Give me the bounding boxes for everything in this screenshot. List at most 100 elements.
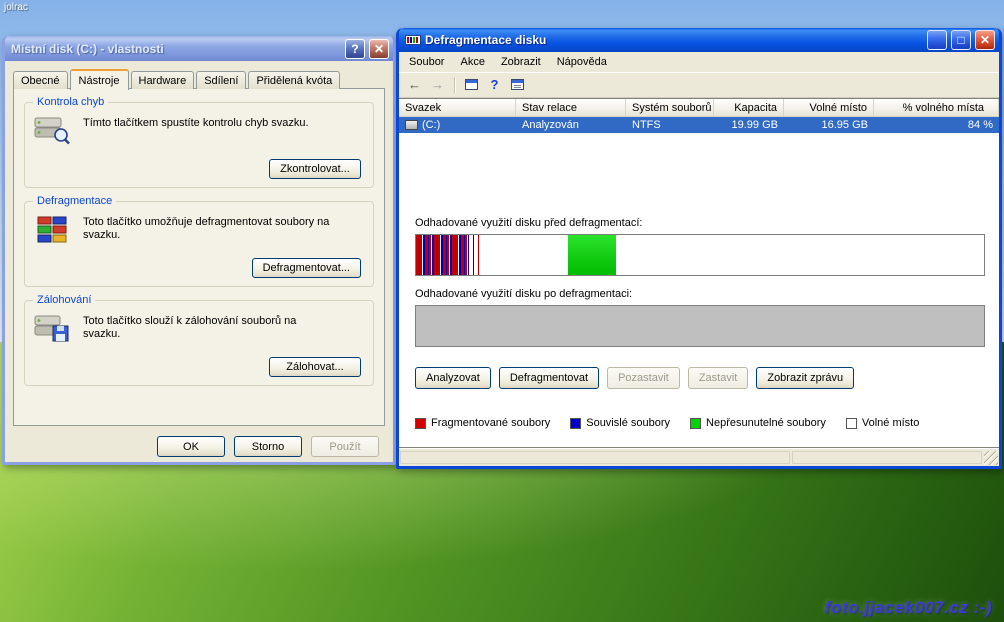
error-check-group-title: Kontrola chyb: [33, 96, 108, 108]
dialog-footer: OK Storno Použít: [5, 426, 393, 457]
backup-group-title: Zálohování: [33, 294, 95, 306]
capacity-cell: 19.99 GB: [714, 119, 784, 131]
contiguous-swatch: [570, 418, 581, 429]
column-svazek[interactable]: Svazek: [399, 99, 516, 117]
minimize-button[interactable]: _: [927, 30, 947, 50]
after-usage-label: Odhadované využití disku po defragmentac…: [415, 288, 999, 300]
legend-contiguous: Souvislé soubory: [570, 417, 670, 429]
desktop-corner-label: jolrac: [4, 2, 28, 13]
legend-fragmented: Fragmentované soubory: [415, 417, 550, 429]
maximize-button[interactable]: □: [951, 30, 971, 50]
usage-before-bar: [415, 234, 985, 276]
ok-button[interactable]: OK: [157, 436, 225, 457]
minimize-icon: _: [934, 38, 941, 50]
export-list-icon[interactable]: [507, 75, 528, 95]
status-bar: [399, 448, 999, 466]
cancel-button[interactable]: Storno: [234, 436, 302, 457]
menu-bar: Soubor Akce Zobrazit Nápověda: [399, 52, 999, 72]
usage-after-bar: [415, 305, 985, 347]
toolbar-help-icon[interactable]: ?: [484, 75, 505, 95]
tab-pridelena-kvota[interactable]: Přidělená kvóta: [248, 71, 340, 89]
toolbar-separator: [454, 77, 455, 93]
status-pane-secondary: [792, 451, 982, 464]
maximize-icon: □: [957, 34, 964, 46]
defrag-window-title: Defragmentace disku: [425, 33, 923, 47]
defrag-window: Defragmentace disku _ □ ✕ Soubor Akce Zo…: [396, 28, 1002, 469]
defrag-client-area: Svazek Stav relace Systém souborů Kapaci…: [399, 98, 999, 448]
pause-button[interactable]: Pozastavit: [607, 367, 680, 389]
column-system-souboru[interactable]: Systém souborů: [626, 99, 714, 117]
defragment-text: Toto tlačítko umožňuje defragmentovat so…: [83, 214, 331, 242]
defragment-group: Defragmentace Toto: [24, 201, 374, 287]
analyze-button[interactable]: Analyzovat: [415, 367, 491, 389]
menu-zobrazit[interactable]: Zobrazit: [493, 53, 549, 71]
toolbar: ← → ?: [399, 72, 999, 98]
column-stav-relace[interactable]: Stav relace: [516, 99, 626, 117]
tab-strip: Obecné Nástroje Hardware Sdílení Přiděle…: [5, 61, 393, 89]
legend-fragmented-label: Fragmentované soubory: [431, 417, 550, 429]
forward-icon[interactable]: →: [427, 75, 448, 95]
volume-list-header: Svazek Stav relace Systém souborů Kapaci…: [399, 99, 999, 117]
tab-hardware[interactable]: Hardware: [131, 71, 195, 89]
defragment-icon: [33, 214, 71, 244]
backup-group: Zálohování Toto tla: [24, 300, 374, 386]
fragmented-swatch: [415, 418, 426, 429]
defrag-titlebar[interactable]: Defragmentace disku _ □ ✕: [399, 28, 999, 52]
help-icon: ?: [351, 43, 358, 55]
close-icon: ✕: [374, 43, 384, 55]
menu-napoveda[interactable]: Nápověda: [549, 53, 615, 71]
defragment-now-button[interactable]: Defragmentovat...: [252, 258, 361, 278]
tools-tab-panel: Kontrola chyb Tímto: [13, 88, 385, 426]
column-procento-volneho-mista[interactable]: % volného místa: [874, 99, 999, 117]
stop-button[interactable]: Zastavit: [688, 367, 749, 389]
before-usage-label: Odhadované využití disku před defragment…: [415, 217, 999, 229]
legend: Fragmentované soubory Souvislé soubory N…: [415, 417, 999, 429]
check-now-button[interactable]: Zkontrolovat...: [269, 159, 361, 179]
tab-sdileni[interactable]: Sdílení: [196, 71, 246, 89]
properties-body: Obecné Nástroje Hardware Sdílení Přiděle…: [5, 61, 393, 459]
filesystem-cell: NTFS: [626, 119, 714, 131]
volume-list: Svazek Stav relace Systém souborů Kapaci…: [399, 99, 999, 205]
tab-nastroje[interactable]: Nástroje: [70, 69, 129, 90]
resize-grip[interactable]: [984, 451, 998, 465]
defrag-close-button[interactable]: ✕: [975, 30, 995, 50]
view-report-button[interactable]: Zobrazit zprávu: [756, 367, 854, 389]
help-button[interactable]: ?: [345, 39, 365, 59]
properties-titlebar[interactable]: Místní disk (C:) - vlastnosti ? ✕: [5, 36, 393, 61]
legend-free-label: Volné místo: [862, 417, 919, 429]
close-button[interactable]: ✕: [369, 39, 389, 59]
error-check-group: Kontrola chyb Tímto: [24, 102, 374, 188]
status-pane-main: [400, 451, 790, 464]
menu-soubor[interactable]: Soubor: [401, 53, 452, 71]
legend-free: Volné místo: [846, 417, 919, 429]
backup-icon: [33, 313, 71, 343]
menu-akce[interactable]: Akce: [452, 53, 492, 71]
tab-obecne[interactable]: Obecné: [13, 71, 68, 89]
legend-unmovable: Nepřesunutelné soubory: [690, 417, 826, 429]
defrag-close-icon: ✕: [980, 34, 990, 46]
photo-watermark: foto.jjacek007.cz :-): [825, 598, 992, 618]
column-volne-misto[interactable]: Volné místo: [784, 99, 874, 117]
volume-cell: (C:): [399, 119, 516, 131]
defragment-group-title: Defragmentace: [33, 195, 116, 207]
apply-button[interactable]: Použít: [311, 436, 379, 457]
defragment-button[interactable]: Defragmentovat: [499, 367, 599, 389]
session-status-cell: Analyzován: [516, 119, 626, 131]
backup-now-button[interactable]: Zálohovat...: [269, 357, 361, 377]
volume-row-c[interactable]: (C:) Analyzován NTFS 19.99 GB 16.95 GB 8…: [399, 117, 999, 133]
backup-text: Toto tlačítko slouží k zálohování soubor…: [83, 313, 331, 341]
defrag-app-icon: [405, 32, 421, 48]
action-buttons: Analyzovat Defragmentovat Pozastavit Zas…: [415, 367, 999, 389]
percent-free-cell: 84 %: [874, 119, 999, 131]
unmovable-swatch: [690, 418, 701, 429]
column-kapacita[interactable]: Kapacita: [714, 99, 784, 117]
error-check-text: Tímto tlačítkem spustíte kontrolu chyb s…: [83, 115, 331, 130]
properties-window-title: Místní disk (C:) - vlastnosti: [11, 42, 341, 56]
free-space-cell: 16.95 GB: [784, 119, 874, 131]
check-disk-icon: [33, 115, 71, 145]
legend-unmovable-label: Nepřesunutelné soubory: [706, 417, 826, 429]
show-console-tree-icon[interactable]: [461, 75, 482, 95]
back-icon[interactable]: ←: [404, 75, 425, 95]
desktop: jolrac foto.jjacek007.cz :-) Místní disk…: [0, 0, 1004, 622]
drive-icon: [405, 120, 418, 130]
